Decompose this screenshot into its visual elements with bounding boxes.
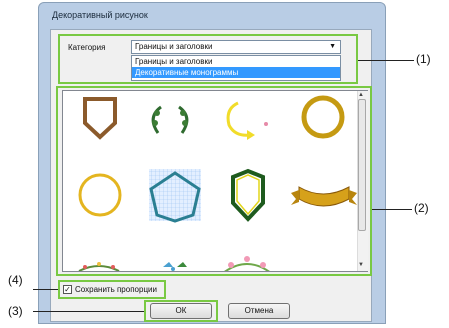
keep-proportion-label: Сохранить пропорции bbox=[75, 285, 157, 294]
leader-line-4 bbox=[33, 289, 58, 290]
gallery-grid bbox=[78, 95, 357, 272]
scroll-up-icon[interactable]: ▲ bbox=[358, 92, 364, 98]
category-label: Категория bbox=[68, 43, 106, 52]
leader-line-1 bbox=[358, 60, 414, 61]
cancel-button[interactable]: Отмена bbox=[228, 303, 290, 319]
dropdown-option-borders[interactable]: Границы и заголовки bbox=[132, 56, 340, 67]
scroll-down-icon[interactable]: ▼ bbox=[358, 262, 364, 268]
scroll-thumb[interactable] bbox=[358, 99, 366, 231]
gallery-item-green-shield[interactable] bbox=[231, 168, 265, 222]
gallery-item-floral-garland-2[interactable] bbox=[163, 262, 187, 271]
keep-proportion-checkbox[interactable]: ✓ bbox=[63, 285, 72, 294]
category-combobox[interactable]: Границы и заголовки ▼ bbox=[131, 40, 341, 54]
pattern-gallery bbox=[62, 90, 368, 272]
gallery-item-gold-ribbon-banner[interactable] bbox=[291, 186, 357, 207]
annotation-3: (3) bbox=[8, 304, 23, 318]
dropdown-option-monograms[interactable]: Декоративные монограммы bbox=[132, 67, 340, 78]
annotation-4: (4) bbox=[8, 273, 23, 287]
gallery-item-gold-ring[interactable] bbox=[301, 95, 345, 139]
gallery-item-laurel-wreath[interactable] bbox=[151, 105, 189, 134]
gallery-item-gold-circle-frame[interactable] bbox=[78, 173, 122, 217]
gallery-item-floral-garland-1[interactable] bbox=[78, 262, 120, 271]
annotation-1: (1) bbox=[416, 52, 431, 66]
category-value: Границы и заголовки bbox=[135, 42, 213, 51]
category-dropdown-list: Границы и заголовки Декоративные моногра… bbox=[131, 55, 341, 81]
chevron-down-icon[interactable]: ▼ bbox=[329, 41, 336, 53]
annotation-2: (2) bbox=[414, 201, 429, 215]
leader-line-2 bbox=[372, 209, 412, 210]
gallery-item-circular-arrow[interactable] bbox=[226, 101, 268, 140]
gallery-item-shield-outline-selected[interactable] bbox=[149, 169, 201, 223]
dialog-title: Декоративный рисунок bbox=[52, 10, 148, 20]
leader-line-3 bbox=[33, 311, 144, 312]
ok-button[interactable]: ОК bbox=[150, 303, 212, 319]
gallery-item-shield-frame[interactable] bbox=[83, 97, 117, 140]
gallery-item-floral-garland-3[interactable] bbox=[223, 256, 271, 272]
